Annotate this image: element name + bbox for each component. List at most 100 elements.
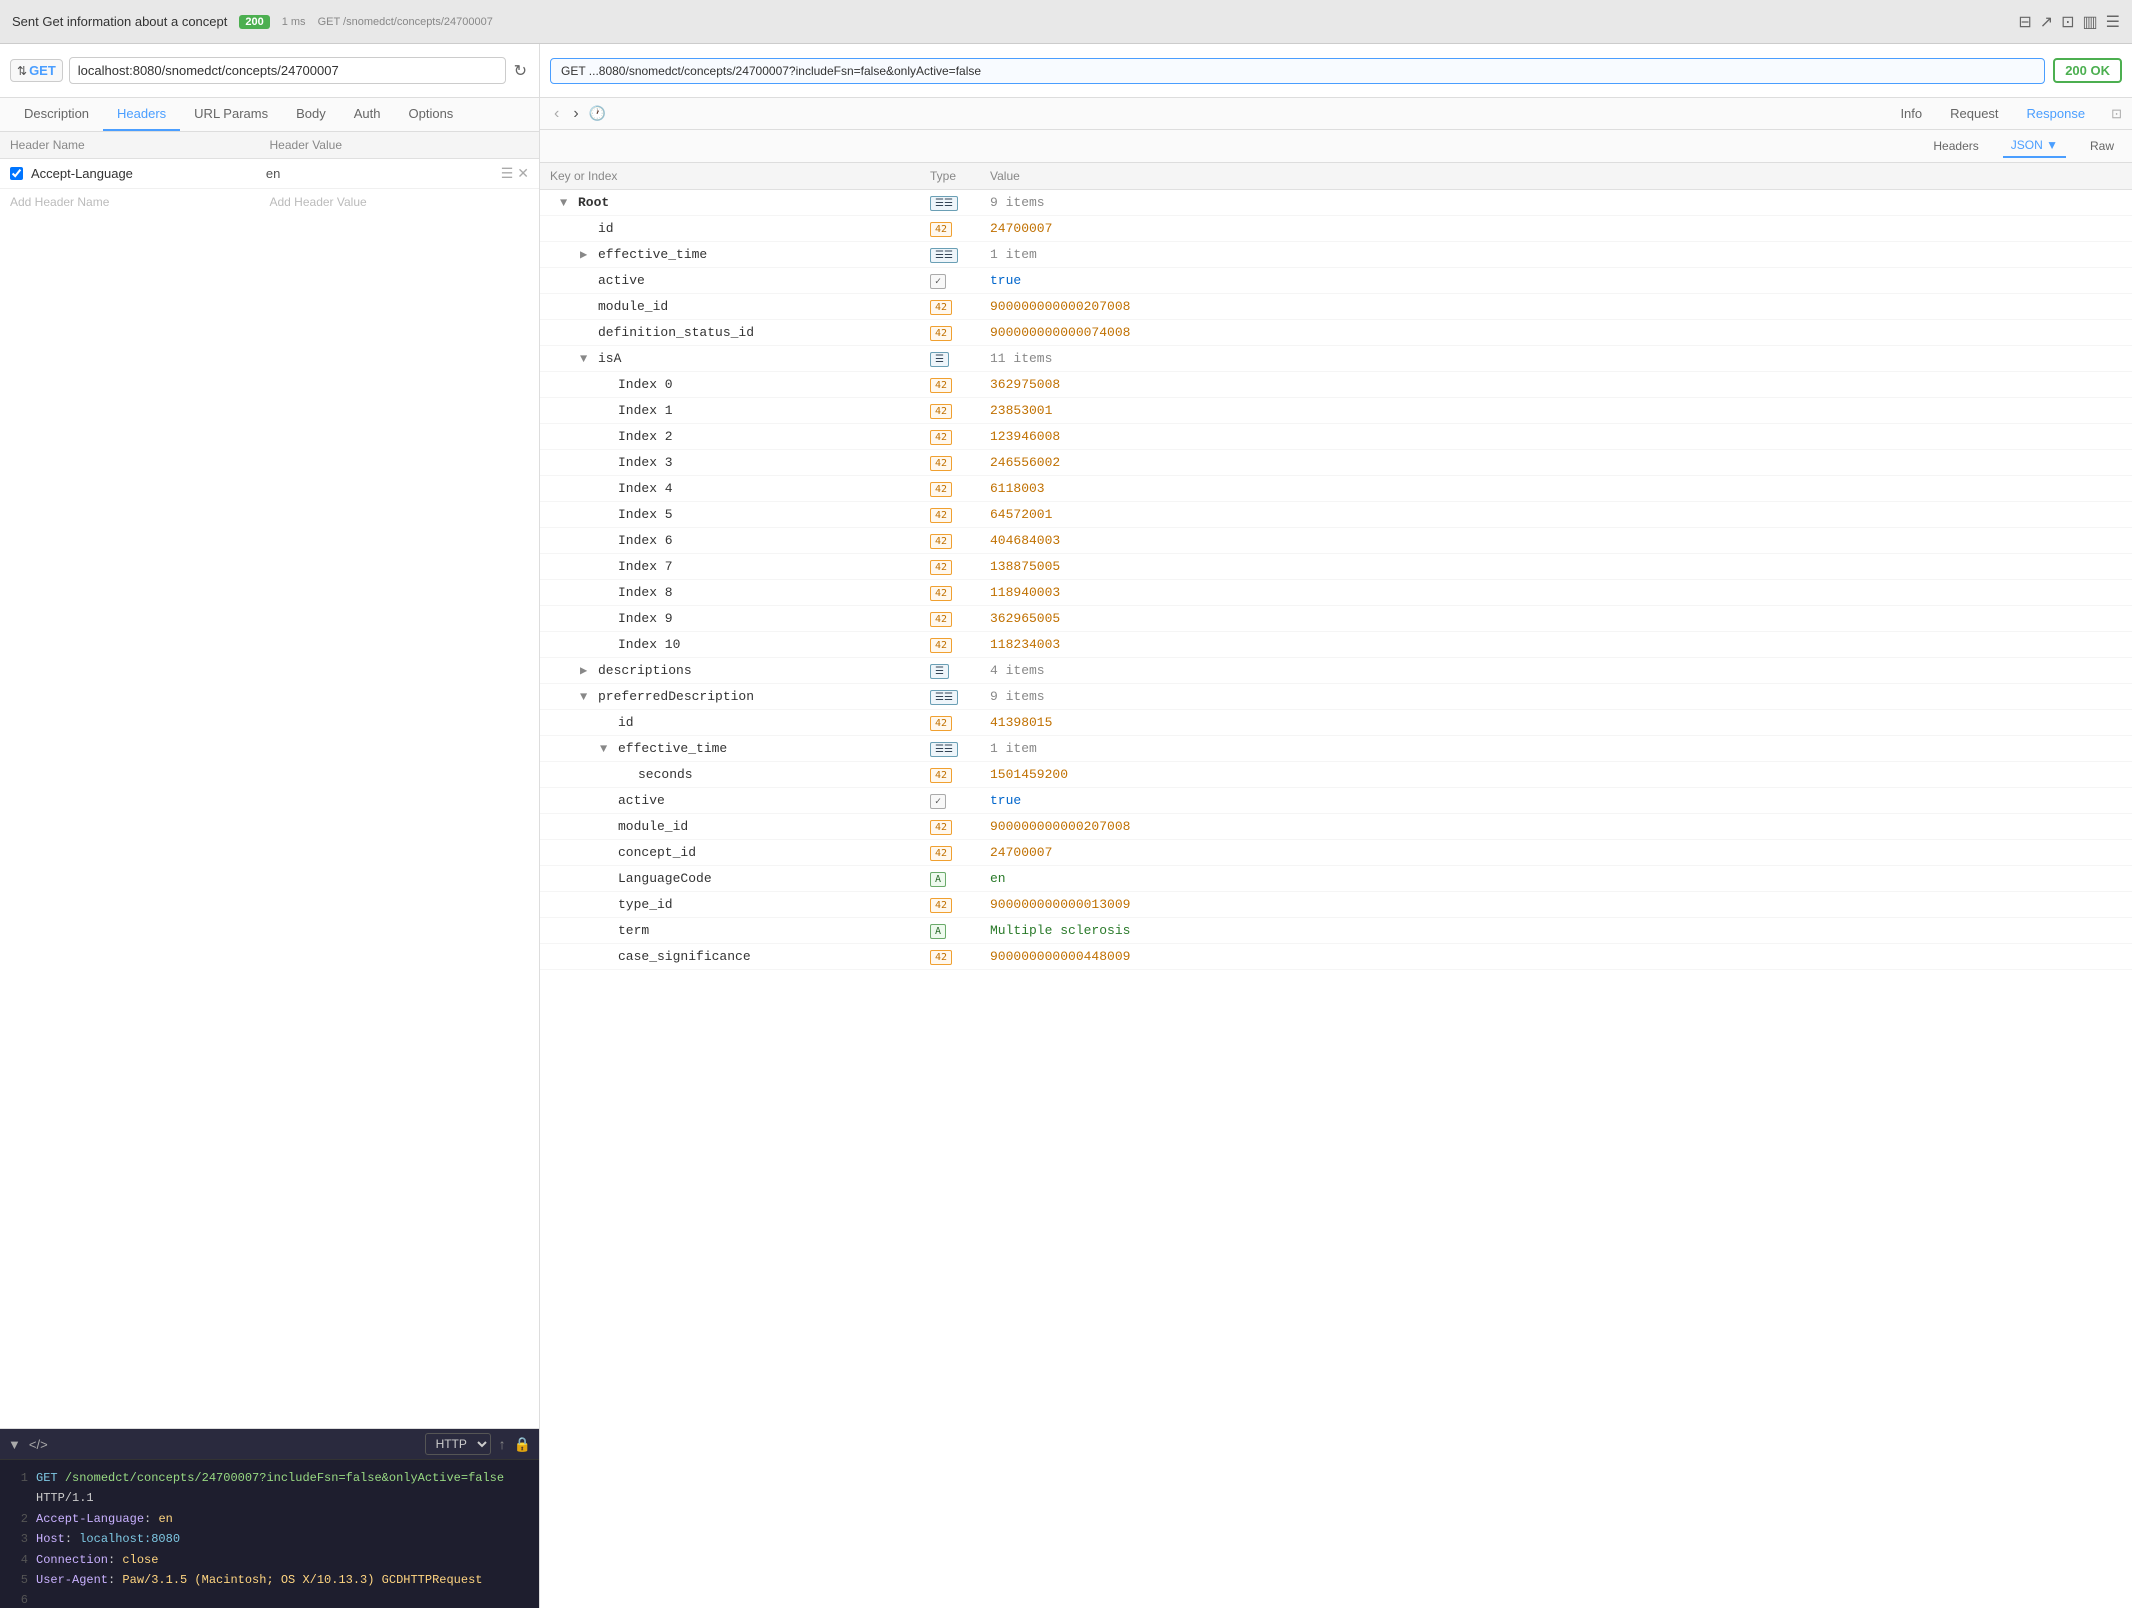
layout-icon[interactable]: ⊟	[2018, 12, 2031, 32]
tab-url-params[interactable]: URL Params	[180, 98, 282, 131]
type-badge: 42	[930, 482, 952, 497]
tree-type-cell: 42	[930, 299, 990, 315]
tree-key-label: Index 3	[618, 455, 673, 470]
tree-key-label: effective_time	[618, 741, 727, 756]
status-badge-200: 200	[239, 15, 269, 29]
tree-toggle[interactable]: ▼	[580, 352, 594, 366]
method-selector[interactable]: ⇅ GET	[10, 59, 63, 82]
tree-key-label: Index 9	[618, 611, 673, 626]
tree-row: Index 10 42 118234003	[540, 632, 2132, 658]
raw-line-6: 6	[12, 1590, 527, 1608]
type-badge: 42	[930, 586, 952, 601]
resp-tab-response[interactable]: Response	[2015, 102, 2098, 125]
tree-key-label: isA	[598, 351, 621, 366]
tree-value: 362965005	[990, 611, 1060, 626]
tab-description[interactable]: Description	[10, 98, 103, 131]
tree-key-label: Index 8	[618, 585, 673, 600]
expand-icon[interactable]: ⊡	[2111, 106, 2122, 122]
tree-row: seconds 42 1501459200	[540, 762, 2132, 788]
tab-auth[interactable]: Auth	[340, 98, 395, 131]
json-tab-headers[interactable]: Headers	[1925, 135, 1986, 157]
tree-type-cell: 42	[930, 637, 990, 653]
tree-type-cell: 42	[930, 715, 990, 731]
type-badge: 42	[930, 508, 952, 523]
type-badge: 42	[930, 378, 952, 393]
type-badge: 42	[930, 326, 952, 341]
tree-key-cell: Index 5	[550, 507, 930, 522]
nav-prev[interactable]: ‹	[550, 103, 563, 125]
type-badge: 42	[930, 768, 952, 783]
top-bar-icons: ⊟ ↗ ⊡ ▥ ☰	[2018, 12, 2120, 32]
type-badge: A	[930, 872, 946, 887]
tree-row: ▼ effective_time ☰☰ 1 item	[540, 736, 2132, 762]
top-bar-title: Sent Get information about a concept	[12, 14, 227, 29]
type-badge: 42	[930, 898, 952, 913]
response-nav: ‹ › 🕐 Info Request Response ⊡	[540, 98, 2132, 130]
tree-key-cell: case_significance	[550, 949, 930, 964]
main-layout: ⇅ GET ↻ Description Headers URL Params B…	[0, 44, 2132, 1608]
header-delete-icon[interactable]: ✕	[517, 165, 529, 182]
tree-value: 6118003	[990, 481, 1045, 496]
resp-tab-request[interactable]: Request	[1938, 102, 2010, 125]
json-dropdown-arrow[interactable]: ▼	[2046, 138, 2058, 152]
http-format-select[interactable]: HTTP cURL	[425, 1433, 491, 1455]
tree-value: 9 items	[990, 689, 1045, 704]
type-badge: 42	[930, 534, 952, 549]
tree-type-cell: A	[930, 871, 990, 887]
split-icon[interactable]: ▥	[2083, 12, 2098, 32]
refresh-button[interactable]: ↻	[512, 59, 529, 83]
raw-code-btn[interactable]: </>	[29, 1437, 48, 1452]
tree-toggle[interactable]: ▼	[600, 742, 614, 756]
tree-val-cell: 118940003	[990, 585, 2122, 600]
raw-toolbar: ▼ </> HTTP cURL ↑ 🔒	[0, 1429, 539, 1460]
raw-line-4: 4 Connection: close	[12, 1550, 527, 1570]
raw-toggle-down[interactable]: ▼	[8, 1437, 21, 1452]
tree-toggle[interactable]: ▼	[560, 196, 574, 210]
tree-row: ▶ effective_time ☰☰ 1 item	[540, 242, 2132, 268]
tree-value: 24700007	[990, 221, 1052, 236]
tree-row: module_id 42 900000000000207008	[540, 294, 2132, 320]
url-input[interactable]	[69, 57, 506, 84]
tab-body[interactable]: Body	[282, 98, 340, 131]
raw-lock-icon[interactable]: 🔒	[514, 1436, 531, 1453]
tree-toggle[interactable]: ▼	[580, 690, 594, 704]
tree-row: module_id 42 900000000000207008	[540, 814, 2132, 840]
history-icon[interactable]: 🕐	[589, 105, 606, 122]
tree-val-cell: 900000000000207008	[990, 299, 2122, 314]
type-badge: ✓	[930, 274, 946, 289]
tree-row: Index 4 42 6118003	[540, 476, 2132, 502]
json-tab-json[interactable]: JSON ▼	[2003, 134, 2066, 158]
tree-key-label: module_id	[598, 299, 668, 314]
header-check-0[interactable]	[10, 167, 23, 180]
add-header-name[interactable]: Add Header Name	[10, 195, 270, 209]
share-icon[interactable]: ↗	[2040, 12, 2053, 32]
resp-tab-info[interactable]: Info	[1888, 102, 1934, 125]
json-tab-raw[interactable]: Raw	[2082, 135, 2122, 157]
tree-type-cell: 42	[930, 611, 990, 627]
header-list-icon[interactable]: ☰	[501, 165, 514, 182]
tree-val-cell: 64572001	[990, 507, 2122, 522]
response-status-ok: 200 OK	[2053, 58, 2122, 83]
add-header-value[interactable]: Add Header Value	[270, 195, 530, 209]
menu-icon[interactable]: ☰	[2106, 12, 2120, 32]
tab-headers[interactable]: Headers	[103, 98, 180, 131]
tree-val-cell: 123946008	[990, 429, 2122, 444]
type-badge: 42	[930, 456, 952, 471]
raw-export-icon[interactable]: ↑	[499, 1436, 506, 1452]
nav-next[interactable]: ›	[569, 103, 582, 125]
type-badge: ☰	[930, 352, 949, 367]
tree-value: 900000000000074008	[990, 325, 1130, 340]
request-tabs: Description Headers URL Params Body Auth…	[0, 98, 539, 132]
tab-options[interactable]: Options	[395, 98, 468, 131]
tree-type-cell: 42	[930, 559, 990, 575]
tree-toggle[interactable]: ▶	[580, 663, 594, 678]
top-bar-time: 1 ms	[282, 16, 306, 28]
tree-key-cell: Index 6	[550, 533, 930, 548]
type-badge: 42	[930, 560, 952, 575]
export-icon[interactable]: ⊡	[2061, 12, 2074, 32]
tree-val-cell: 404684003	[990, 533, 2122, 548]
raw-line-2: 2 Accept-Language: en	[12, 1509, 527, 1529]
type-badge: 42	[930, 716, 952, 731]
tree-toggle[interactable]: ▶	[580, 247, 594, 262]
col-header-value: Header Value	[270, 138, 530, 152]
